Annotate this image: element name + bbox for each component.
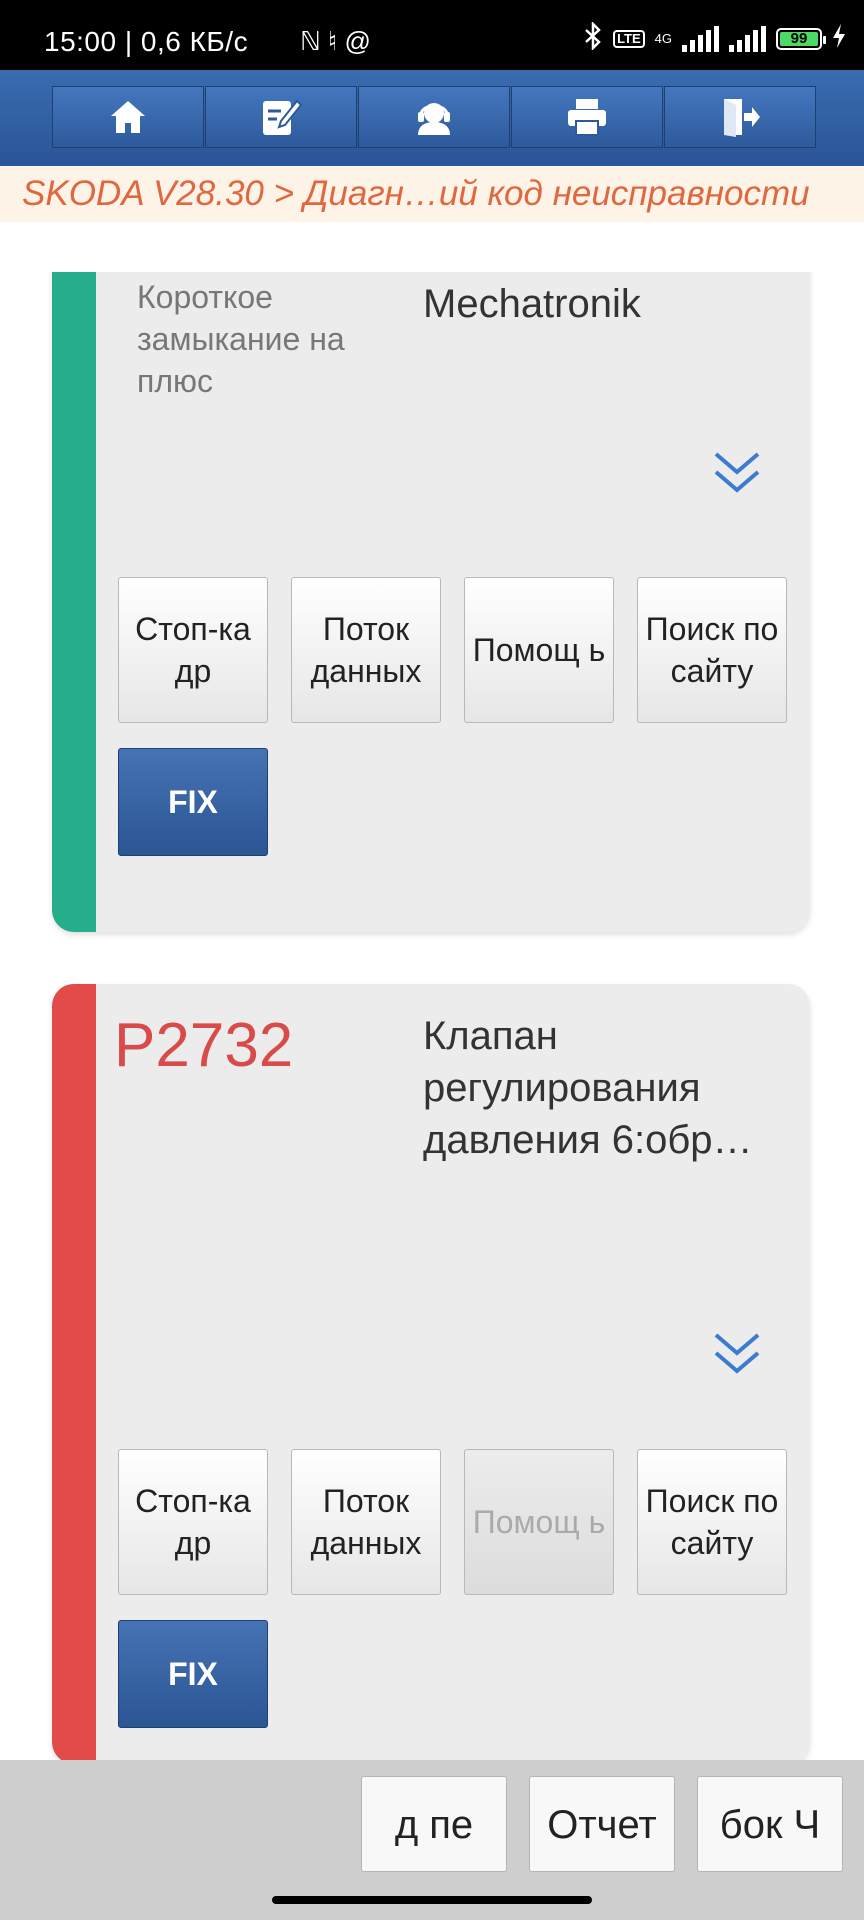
status-misc-icons: ℕ ♮ @ — [300, 26, 371, 56]
chevron-down-icon[interactable] — [712, 448, 762, 498]
fix-button[interactable]: FIX — [118, 748, 268, 856]
card-status-stripe — [52, 272, 96, 932]
exit-button[interactable] — [664, 86, 816, 148]
data-stream-button[interactable]: Поток данных — [291, 1449, 441, 1595]
volte-icon: LTE — [613, 30, 645, 48]
fault-code-list[interactable]: Короткое замыкание на плюс Mechatronik С… — [0, 272, 864, 1760]
support-button[interactable] — [358, 86, 510, 148]
home-button[interactable] — [52, 86, 204, 148]
breadcrumb: SKODA V28.30 > Диагн…ий код неисправност… — [0, 166, 864, 222]
home-indicator[interactable] — [272, 1896, 592, 1904]
card-status-stripe — [52, 984, 96, 1760]
exit-icon — [724, 99, 760, 137]
site-search-button[interactable]: Поиск по сайту — [637, 1449, 787, 1595]
freeze-frame-button[interactable]: Стоп-ка др — [118, 577, 268, 723]
fault-description: Клапан регулирования давления 6:обр… — [423, 1014, 753, 1162]
home-icon — [111, 101, 145, 133]
battery-icon: 99 — [776, 28, 826, 50]
data-stream-button[interactable]: Поток данных — [291, 577, 441, 723]
network-type-label: 4G — [654, 31, 672, 46]
status-time-speed: 15:00 | 0,6 КБ/с — [44, 26, 249, 57]
signal-icon-1 — [682, 26, 719, 52]
fault-card-2: P2732 Клапан регулирования давления 6:об… — [52, 984, 810, 1760]
charging-icon — [832, 23, 846, 56]
edit-icon — [263, 99, 303, 135]
status-bar: 15:00 | 0,6 КБ/с ℕ ♮ @ LTE 4G 99 — [0, 0, 864, 70]
main-toolbar — [0, 70, 864, 166]
bottom-button-1[interactable]: д пе — [361, 1776, 507, 1872]
bluetooth-icon — [583, 20, 603, 57]
site-search-button[interactable]: Поиск по сайту — [637, 577, 787, 723]
support-icon — [418, 103, 450, 135]
freeze-frame-button[interactable]: Стоп-ка др — [118, 1449, 268, 1595]
chevron-down-icon[interactable] — [712, 1329, 762, 1379]
bottom-button-3[interactable]: бок Ч — [697, 1776, 843, 1872]
help-button-disabled: Помощ ь — [464, 1449, 614, 1595]
battery-level: 99 — [780, 31, 818, 46]
help-button[interactable]: Помощ ь — [464, 577, 614, 723]
edit-button[interactable] — [205, 86, 357, 148]
fault-card-1: Короткое замыкание на плюс Mechatronik С… — [52, 272, 810, 932]
print-button[interactable] — [511, 86, 663, 148]
signal-icon-2 — [729, 26, 766, 52]
fix-button[interactable]: FIX — [118, 1620, 268, 1728]
fault-status-text: Короткое замыкание на плюс — [137, 279, 345, 399]
fault-description: Mechatronik — [423, 282, 641, 326]
fault-code: P2732 — [114, 1011, 294, 1080]
status-right-icons: LTE 4G 99 — [583, 20, 846, 57]
report-button[interactable]: Отчет — [529, 1776, 675, 1872]
print-icon — [568, 99, 606, 136]
